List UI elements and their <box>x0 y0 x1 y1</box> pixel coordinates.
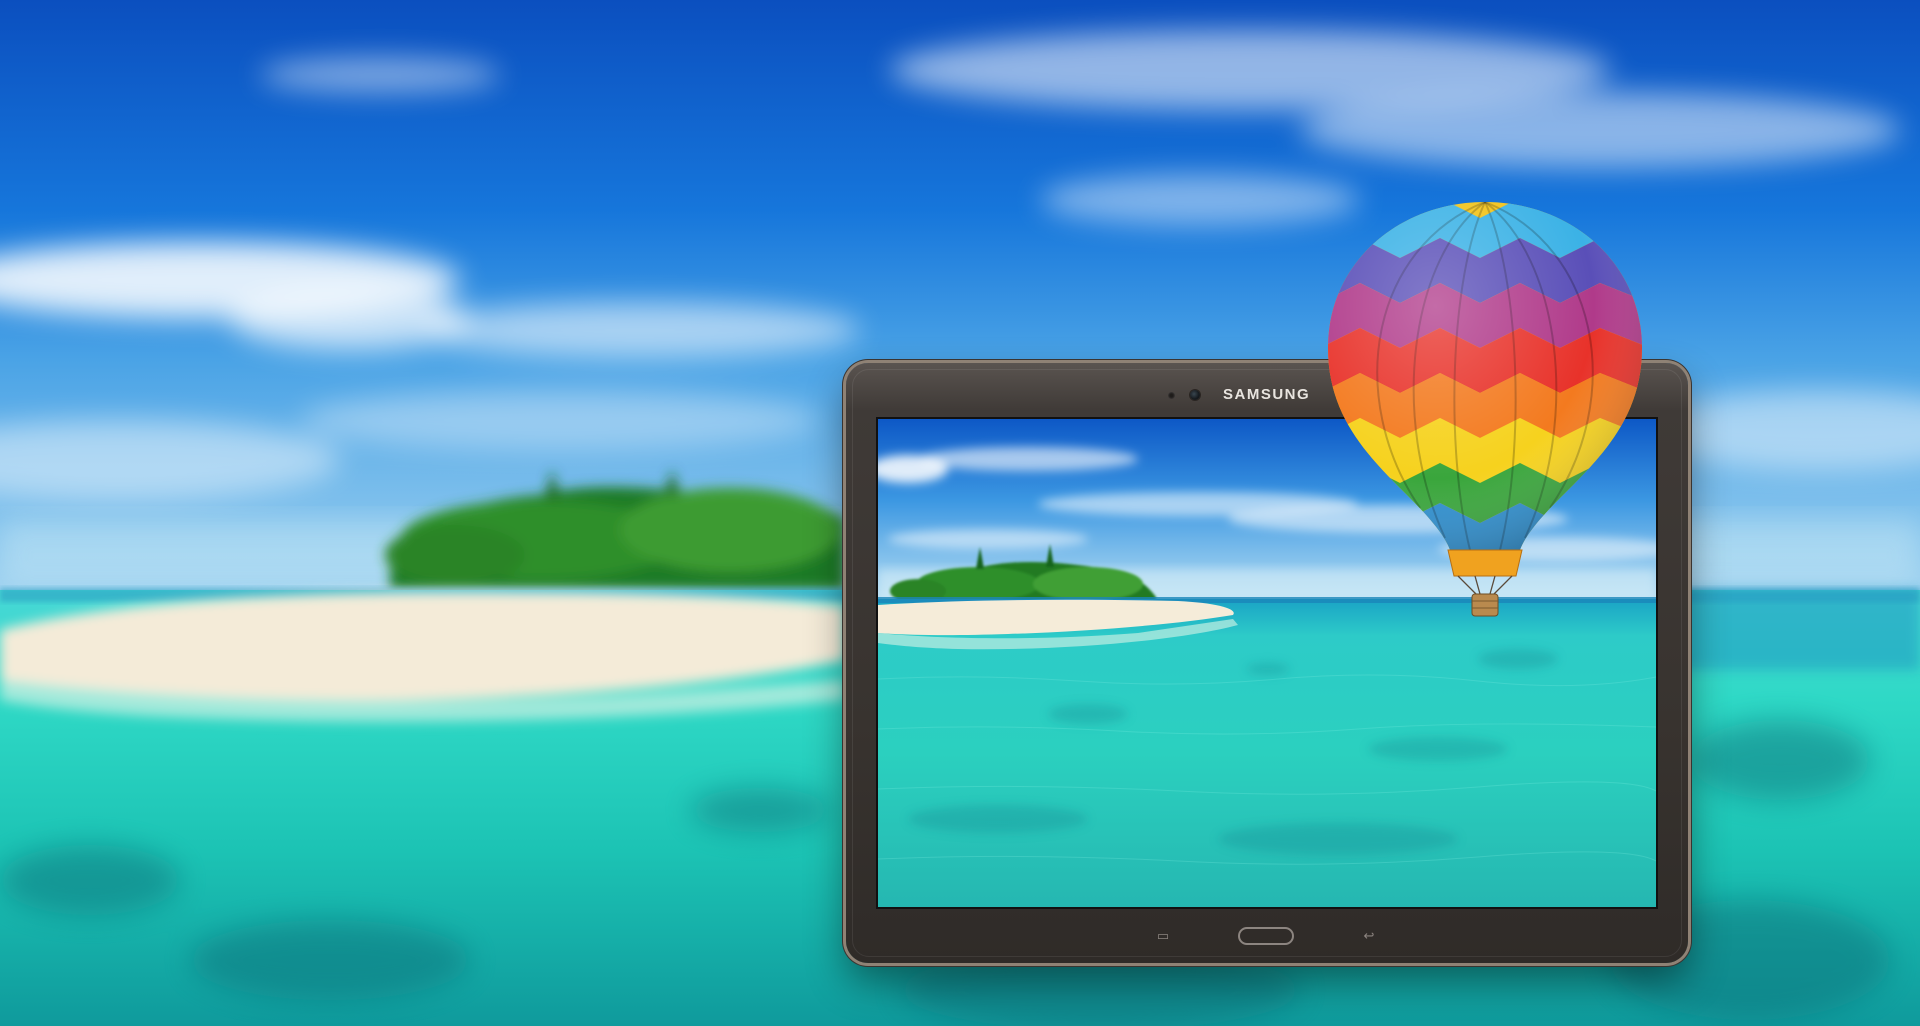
brand-logo: SAMSUNG <box>1223 386 1311 403</box>
back-icon[interactable]: ↩ <box>1360 929 1378 943</box>
front-camera <box>1190 390 1200 400</box>
proximity-sensor <box>1168 392 1175 399</box>
home-button[interactable] <box>1238 927 1294 945</box>
recent-apps-icon[interactable]: ▭ <box>1154 929 1172 943</box>
hot-air-balloon <box>1328 202 1642 617</box>
hero-scene: SAMSUNG ▭ ↩ <box>0 0 1920 1026</box>
